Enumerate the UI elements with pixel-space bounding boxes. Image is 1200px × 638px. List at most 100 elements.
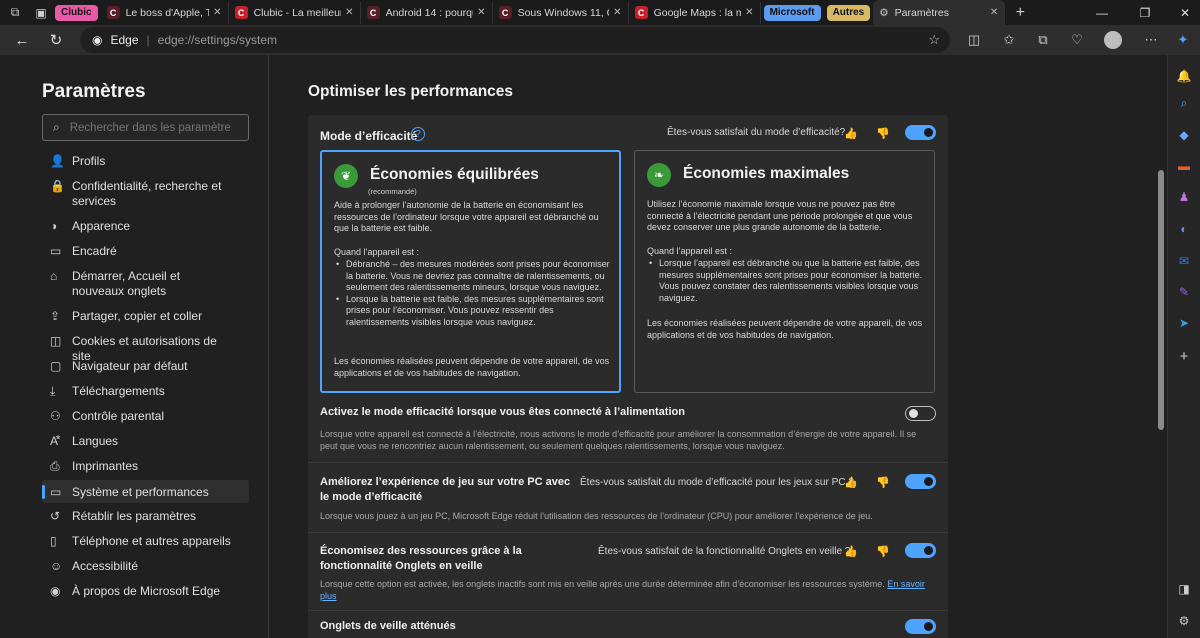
content-scrollbar[interactable] <box>1158 170 1164 430</box>
sidebar-item-label: Contrôle parental <box>72 409 165 423</box>
favorite-star-icon[interactable]: ☆ <box>928 32 940 48</box>
designer-icon[interactable]: ✎ <box>1174 282 1194 302</box>
help-icon[interactable]: ? <box>411 127 425 141</box>
refresh-icon[interactable]: ↻ <box>42 26 70 54</box>
drop-icon[interactable]: ➤ <box>1174 313 1194 333</box>
sidebar-item-languages[interactable]: A⃰ Langues <box>42 432 249 449</box>
back-arrow-icon[interactable]: ← <box>8 26 36 54</box>
hide-sidebar-icon[interactable]: ◨ <box>1174 579 1194 599</box>
sidebar-item-accessibility[interactable]: ☺ Accessibilité <box>42 557 249 574</box>
tab-group-microsoft[interactable]: Microsoft <box>763 4 821 21</box>
reset-icon: ↺ <box>50 509 61 523</box>
performance-panel: Mode d’efficacité ? Êtes-vous satisfait … <box>308 115 948 638</box>
faded-tabs-toggle[interactable] <box>905 619 936 634</box>
search-icon[interactable]: ⌕ <box>1174 93 1194 113</box>
sidebar-item-label: Partager, copier et coller <box>72 309 203 323</box>
plugged-in-description: Lorsque votre appareil est connecté à l’… <box>320 429 917 451</box>
balanced-savings-card[interactable]: ❦ Économies équilibrées (recommandé) Aid… <box>320 150 621 393</box>
tab-actions-icon[interactable]: ▣ <box>30 2 52 24</box>
list-item: Lorsque l’appareil est débranché ou que … <box>647 258 927 304</box>
close-tab-icon[interactable]: ✕ <box>613 7 621 18</box>
clubic-favicon-icon: C <box>234 6 248 19</box>
sidebar-item-privacy[interactable]: 🔒 Confidentialité, recherche et services <box>42 177 249 209</box>
maximize-icon[interactable]: ❐ <box>1130 0 1160 25</box>
sidebar-item-sidebar[interactable]: ▭ Encadré <box>42 242 249 259</box>
tab-4[interactable]: C Sous Windows 11, C ✕ <box>493 1 629 24</box>
sidebar-item-reset[interactable]: ↺ Rétablir les paramètres <box>42 507 249 524</box>
minimize-icon[interactable]: — <box>1087 0 1117 25</box>
divider <box>308 610 948 611</box>
accessibility-icon: ☺ <box>50 559 63 573</box>
sidebar-item-phone[interactable]: ▯ Téléphone et autres appareils <box>42 532 249 549</box>
maximum-savings-card[interactable]: ❧ Économies maximales Utilisez l’économi… <box>634 150 935 393</box>
sidebar-item-parental[interactable]: ⚇ Contrôle parental <box>42 407 249 424</box>
home-icon: ⌂ <box>50 269 58 283</box>
sidebar-item-default-browser[interactable]: ▢ Navigateur par défaut <box>42 357 249 374</box>
favorites-icon[interactable]: ✩ <box>998 29 1020 51</box>
tab-2[interactable]: C Clubic - La meilleure ✕ <box>229 1 361 24</box>
thumbs-up-icon[interactable]: 👍 <box>844 126 858 140</box>
person-icon: 👤 <box>50 154 65 168</box>
sidebar-panel-icon: ▭ <box>50 244 62 258</box>
gaming-toggle[interactable] <box>905 474 936 489</box>
copilot-icon[interactable]: ✦ <box>1172 29 1194 51</box>
profile-avatar-icon[interactable] <box>1102 29 1124 51</box>
close-tab-icon[interactable]: ✕ <box>477 7 485 18</box>
thumbs-down-icon[interactable]: 👎 <box>876 544 890 558</box>
notification-bell-icon[interactable]: 🔔 <box>1174 66 1194 86</box>
omnibox[interactable]: ◉ Edge | edge://settings/system ☆ <box>80 27 950 53</box>
settings-search[interactable]: ⌕ <box>42 114 249 141</box>
settings-search-input[interactable] <box>69 121 230 134</box>
sidebar-item-label: Langues <box>72 434 119 448</box>
tab-title: Google Maps : la m <box>653 6 742 19</box>
workspaces-icon[interactable]: ⧉ <box>4 2 26 24</box>
sidebar-item-appearance[interactable]: ◑ Apparence <box>42 217 249 234</box>
sidebar-item-share-copy[interactable]: ⇪ Partager, copier et coller <box>42 307 249 324</box>
close-window-icon[interactable]: ✕ <box>1170 0 1200 25</box>
sidebar-item-about[interactable]: ◉ À propos de Microsoft Edge <box>42 582 249 599</box>
collections-icon[interactable]: ⧉ <box>1032 29 1054 51</box>
url-text[interactable]: edge://settings/system <box>158 33 277 47</box>
close-tab-icon[interactable]: ✕ <box>213 7 221 18</box>
thumbs-down-icon[interactable]: 👎 <box>876 475 890 489</box>
split-screen-icon[interactable]: ◫ <box>963 29 985 51</box>
plugged-in-toggle[interactable] <box>905 406 936 421</box>
sidebar-item-label: Apparence <box>72 219 131 233</box>
outlook-icon[interactable]: ✉ <box>1174 251 1194 271</box>
tab-settings-active[interactable]: ⚙ Paramètres ✕ <box>873 0 1006 25</box>
close-tab-icon[interactable]: ✕ <box>345 7 353 18</box>
max-card-bullets: Lorsque l’appareil est débranché ou que … <box>647 258 927 304</box>
more-options-icon[interactable]: ⋯ <box>1140 29 1162 51</box>
browser-essentials-icon[interactable]: ♡ <box>1066 29 1088 51</box>
sidebar-item-start-home[interactable]: ⌂ Démarrer, Accueil et nouveaux onglets <box>42 267 249 299</box>
faded-tabs-title: Onglets de veille atténués <box>320 620 456 632</box>
tab-group-clubic[interactable]: Clubic <box>55 4 98 21</box>
tab-group-autres[interactable]: Autres <box>826 4 871 21</box>
lock-icon: 🔒 <box>50 179 65 193</box>
sidebar-item-profiles[interactable]: 👤 Profils <box>42 152 249 169</box>
divider <box>308 462 948 463</box>
thumbs-up-icon[interactable]: 👍 <box>844 475 858 489</box>
microsoft-365-icon[interactable]: ◐ <box>1174 219 1194 239</box>
tab-5[interactable]: C Google Maps : la m ✕ <box>629 1 761 24</box>
sidebar-item-system[interactable]: ▭ Système et performances <box>42 480 249 503</box>
add-sidebar-app-icon[interactable]: + <box>1174 346 1194 366</box>
sidebar-item-label: Téléphone et autres appareils <box>72 534 231 548</box>
tab-1[interactable]: C Le boss d'Apple, Tim ✕ <box>101 1 229 24</box>
thumbs-down-icon[interactable]: 👎 <box>876 126 890 140</box>
games-icon[interactable]: ♟ <box>1174 187 1194 207</box>
cookie-icon: ◫ <box>50 334 62 348</box>
tab-3[interactable]: C Android 14 : pourqu ✕ <box>361 1 493 24</box>
sidebar-settings-gear-icon[interactable]: ⚙ <box>1174 611 1194 631</box>
efficiency-mode-toggle[interactable] <box>905 125 936 140</box>
close-tab-icon[interactable]: ✕ <box>990 7 998 18</box>
sleeping-tabs-toggle[interactable] <box>905 543 936 558</box>
tag-icon[interactable]: ◆ <box>1174 125 1194 145</box>
thumbs-up-icon[interactable]: 👍 <box>844 544 858 558</box>
new-tab-button[interactable]: + <box>1009 2 1031 24</box>
toolbox-icon[interactable]: ▬ <box>1174 156 1194 176</box>
close-tab-icon[interactable]: ✕ <box>745 7 753 18</box>
computer-icon: ▭ <box>50 485 62 499</box>
sidebar-item-downloads[interactable]: ⤓ Téléchargements <box>42 382 249 399</box>
sidebar-item-printers[interactable]: ⎙ Imprimantes <box>42 457 249 474</box>
